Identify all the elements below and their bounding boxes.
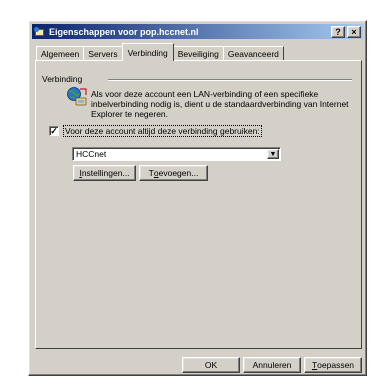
ok-button[interactable]: OK [182,357,240,373]
tab-servers[interactable]: Servers [83,46,123,61]
always-use-checkbox[interactable]: ✓ [49,126,59,136]
apply-button[interactable]: Toepassen [304,357,362,373]
tab-strip: Algemeen Servers Verbinding Beveiliging … [36,43,284,61]
connection-select-value: HCCnet [76,149,107,159]
always-use-row[interactable]: ✓ Voor deze account altijd deze verbindi… [49,125,262,137]
connection-info-text: Als voor deze account een LAN-verbinding… [91,89,349,119]
add-button[interactable]: To evoegen... [139,165,208,181]
always-use-label[interactable]: Voor deze account altijd deze verbinding… [63,125,262,137]
tab-beveiliging[interactable]: Beveiliging [172,46,224,61]
tab-geavanceerd[interactable]: Geavanceerd [222,46,284,61]
cancel-button[interactable]: Annuleren [243,357,301,373]
connection-select[interactable]: HCCnet ▼ [72,147,281,161]
chevron-down-icon[interactable]: ▼ [267,149,279,159]
tab-verbinding[interactable]: Verbinding [121,43,174,61]
mail-globe-icon [34,26,46,37]
tab-algemeen[interactable]: Algemeen [36,46,85,61]
properties-dialog: Eigenschappen voor pop.hccnet.nl ? × Alg… [28,20,367,376]
group-divider [108,79,352,81]
close-button[interactable]: × [347,25,361,38]
help-button[interactable]: ? [331,25,345,38]
window-title: Eigenschappen voor pop.hccnet.nl [49,26,199,37]
network-globe-icon [67,87,87,106]
group-label-verbinding: Verbinding [42,74,83,84]
title-bar[interactable]: Eigenschappen voor pop.hccnet.nl ? × [32,24,363,39]
settings-button[interactable]: Instellingen... [73,165,136,181]
tab-panel-verbinding: Verbinding Als voor deze account een LAN… [35,60,362,349]
